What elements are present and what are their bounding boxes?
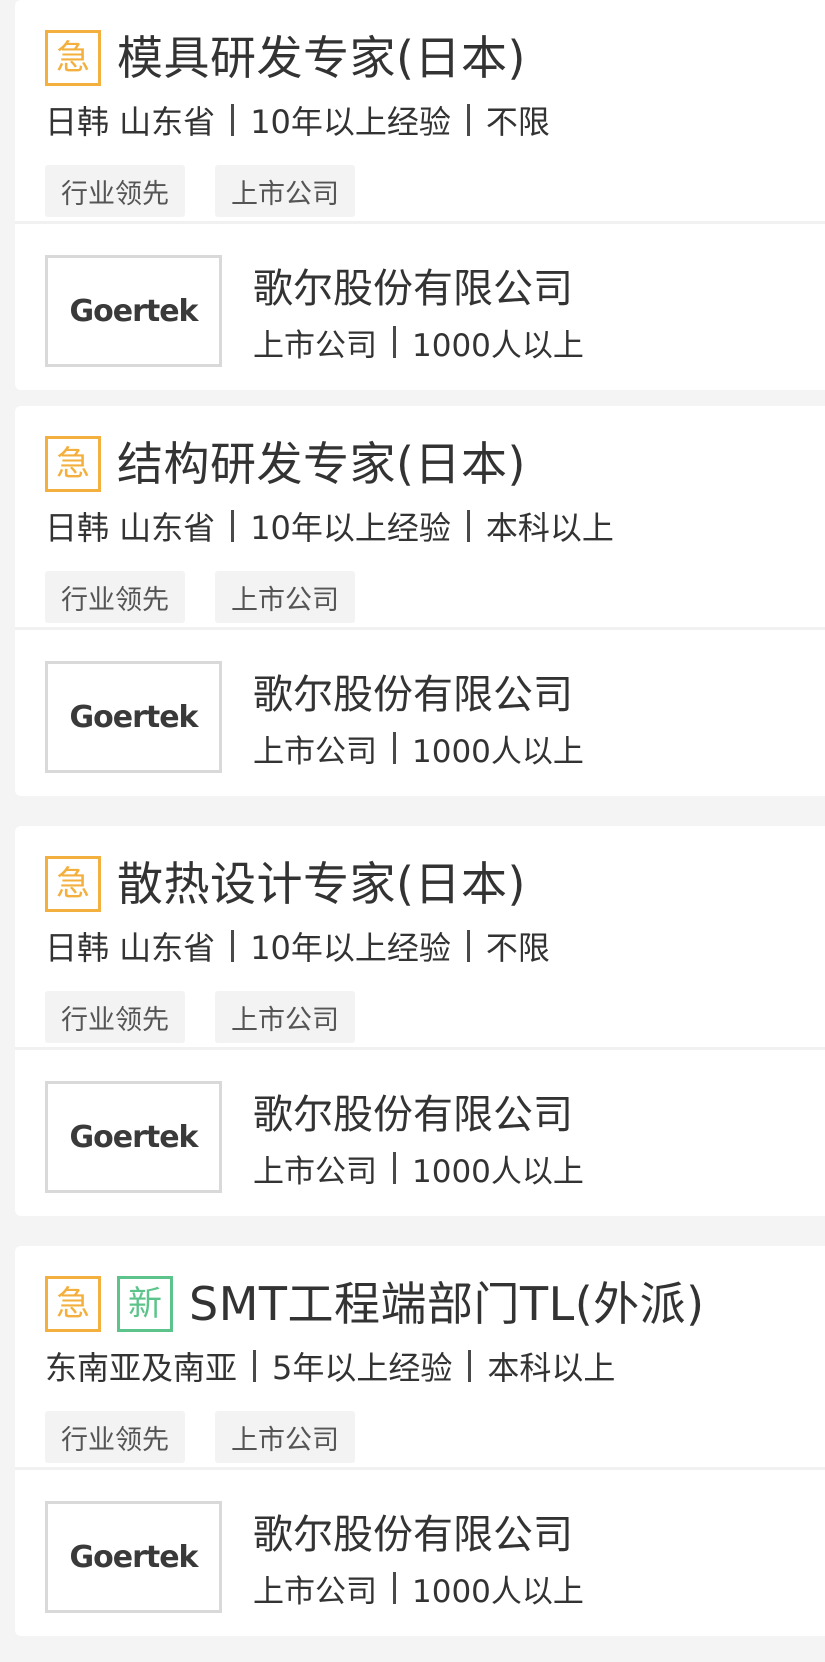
job-title[interactable]: 模具研发专家(日本) <box>117 28 526 88</box>
company-logo-text: Goertek <box>69 699 198 735</box>
company-logo[interactable]: Goertek <box>45 255 222 367</box>
separator <box>231 104 235 136</box>
separator <box>231 930 235 962</box>
company-type: 上市公司 <box>253 327 377 364</box>
company-logo[interactable]: Goertek <box>45 1081 222 1193</box>
separator <box>468 1350 472 1382</box>
separator <box>393 732 396 764</box>
job-meta: 日韩 山东省 10年以上经验 不限 <box>45 926 550 967</box>
job-title-row: 急 模具研发专家(日本) <box>45 28 526 88</box>
job-tag: 行业领先 <box>45 1411 185 1463</box>
job-info[interactable]: 急 结构研发专家(日本) 日韩 山东省 10年以上经验 本科以上 行业领先 上市… <box>15 406 825 627</box>
company-type: 上市公司 <box>253 1153 377 1190</box>
company-logo-text: Goertek <box>69 293 198 329</box>
company-logo[interactable]: Goertek <box>45 661 222 773</box>
job-title[interactable]: 散热设计专家(日本) <box>117 854 526 914</box>
separator <box>253 1350 257 1382</box>
card-divider <box>15 1467 825 1470</box>
job-tag: 上市公司 <box>215 571 355 623</box>
separator <box>231 510 235 542</box>
job-title-row: 急 新 SMT工程端部门TL(外派) <box>45 1274 705 1334</box>
job-tags: 行业领先 上市公司 <box>45 165 385 217</box>
job-experience: 10年以上经验 <box>250 103 451 141</box>
company-name[interactable]: 歌尔股份有限公司 <box>253 265 573 313</box>
job-tag: 行业领先 <box>45 991 185 1043</box>
separator <box>393 1572 396 1604</box>
job-tag: 上市公司 <box>215 1411 355 1463</box>
job-info[interactable]: 急 新 SMT工程端部门TL(外派) 东南亚及南亚 5年以上经验 本科以上 行业… <box>15 1246 825 1467</box>
job-tag: 上市公司 <box>215 991 355 1043</box>
company-logo[interactable]: Goertek <box>45 1501 222 1613</box>
job-education: 本科以上 <box>485 509 614 547</box>
job-meta: 日韩 山东省 10年以上经验 本科以上 <box>45 506 614 547</box>
job-tag: 行业领先 <box>45 571 185 623</box>
job-card[interactable]: 急 模具研发专家(日本) 日韩 山东省 10年以上经验 不限 行业领先 上市公司… <box>15 0 825 390</box>
company-meta: 上市公司 1000人以上 <box>253 728 584 770</box>
job-card[interactable]: 急 新 SMT工程端部门TL(外派) 东南亚及南亚 5年以上经验 本科以上 行业… <box>15 1246 825 1636</box>
job-tags: 行业领先 上市公司 <box>45 991 385 1043</box>
job-title[interactable]: 结构研发专家(日本) <box>117 434 526 494</box>
company-size: 1000人以上 <box>412 327 584 364</box>
company-type: 上市公司 <box>253 1573 377 1610</box>
new-badge: 新 <box>117 1276 173 1332</box>
company-size: 1000人以上 <box>412 733 584 770</box>
card-divider <box>15 221 825 224</box>
job-experience: 5年以上经验 <box>272 1349 453 1387</box>
job-education: 不限 <box>485 103 550 141</box>
card-divider <box>15 627 825 630</box>
urgent-badge: 急 <box>45 30 101 86</box>
job-location: 日韩 山东省 <box>45 103 216 141</box>
job-title-row: 急 结构研发专家(日本) <box>45 434 526 494</box>
company-logo-text: Goertek <box>69 1119 198 1155</box>
company-size: 1000人以上 <box>412 1573 584 1610</box>
separator <box>466 930 470 962</box>
job-card[interactable]: 急 结构研发专家(日本) 日韩 山东省 10年以上经验 本科以上 行业领先 上市… <box>15 406 825 796</box>
job-experience: 10年以上经验 <box>250 929 451 967</box>
job-info[interactable]: 急 模具研发专家(日本) 日韩 山东省 10年以上经验 不限 行业领先 上市公司 <box>15 0 825 221</box>
company-meta: 上市公司 1000人以上 <box>253 1568 584 1610</box>
job-location: 东南亚及南亚 <box>45 1349 238 1387</box>
job-meta: 东南亚及南亚 5年以上经验 本科以上 <box>45 1346 616 1387</box>
separator <box>393 1152 396 1184</box>
separator <box>393 326 396 358</box>
urgent-badge: 急 <box>45 856 101 912</box>
job-tag: 上市公司 <box>215 165 355 217</box>
company-type: 上市公司 <box>253 733 377 770</box>
separator <box>466 510 470 542</box>
separator <box>466 104 470 136</box>
job-info[interactable]: 急 散热设计专家(日本) 日韩 山东省 10年以上经验 不限 行业领先 上市公司 <box>15 826 825 1047</box>
company-name[interactable]: 歌尔股份有限公司 <box>253 1511 573 1559</box>
job-location: 日韩 山东省 <box>45 509 216 547</box>
job-title[interactable]: SMT工程端部门TL(外派) <box>189 1274 705 1334</box>
job-education: 本科以上 <box>487 1349 616 1387</box>
job-location: 日韩 山东省 <box>45 929 216 967</box>
job-tags: 行业领先 上市公司 <box>45 571 385 623</box>
job-experience: 10年以上经验 <box>250 509 451 547</box>
company-meta: 上市公司 1000人以上 <box>253 322 584 364</box>
company-name[interactable]: 歌尔股份有限公司 <box>253 1091 573 1139</box>
job-title-row: 急 散热设计专家(日本) <box>45 854 526 914</box>
job-education: 不限 <box>485 929 550 967</box>
company-size: 1000人以上 <box>412 1153 584 1190</box>
job-card[interactable]: 急 散热设计专家(日本) 日韩 山东省 10年以上经验 不限 行业领先 上市公司… <box>15 826 825 1216</box>
company-meta: 上市公司 1000人以上 <box>253 1148 584 1190</box>
company-name[interactable]: 歌尔股份有限公司 <box>253 671 573 719</box>
job-tags: 行业领先 上市公司 <box>45 1411 385 1463</box>
company-logo-text: Goertek <box>69 1539 198 1575</box>
urgent-badge: 急 <box>45 1276 101 1332</box>
urgent-badge: 急 <box>45 436 101 492</box>
job-meta: 日韩 山东省 10年以上经验 不限 <box>45 100 550 141</box>
card-divider <box>15 1047 825 1050</box>
job-tag: 行业领先 <box>45 165 185 217</box>
